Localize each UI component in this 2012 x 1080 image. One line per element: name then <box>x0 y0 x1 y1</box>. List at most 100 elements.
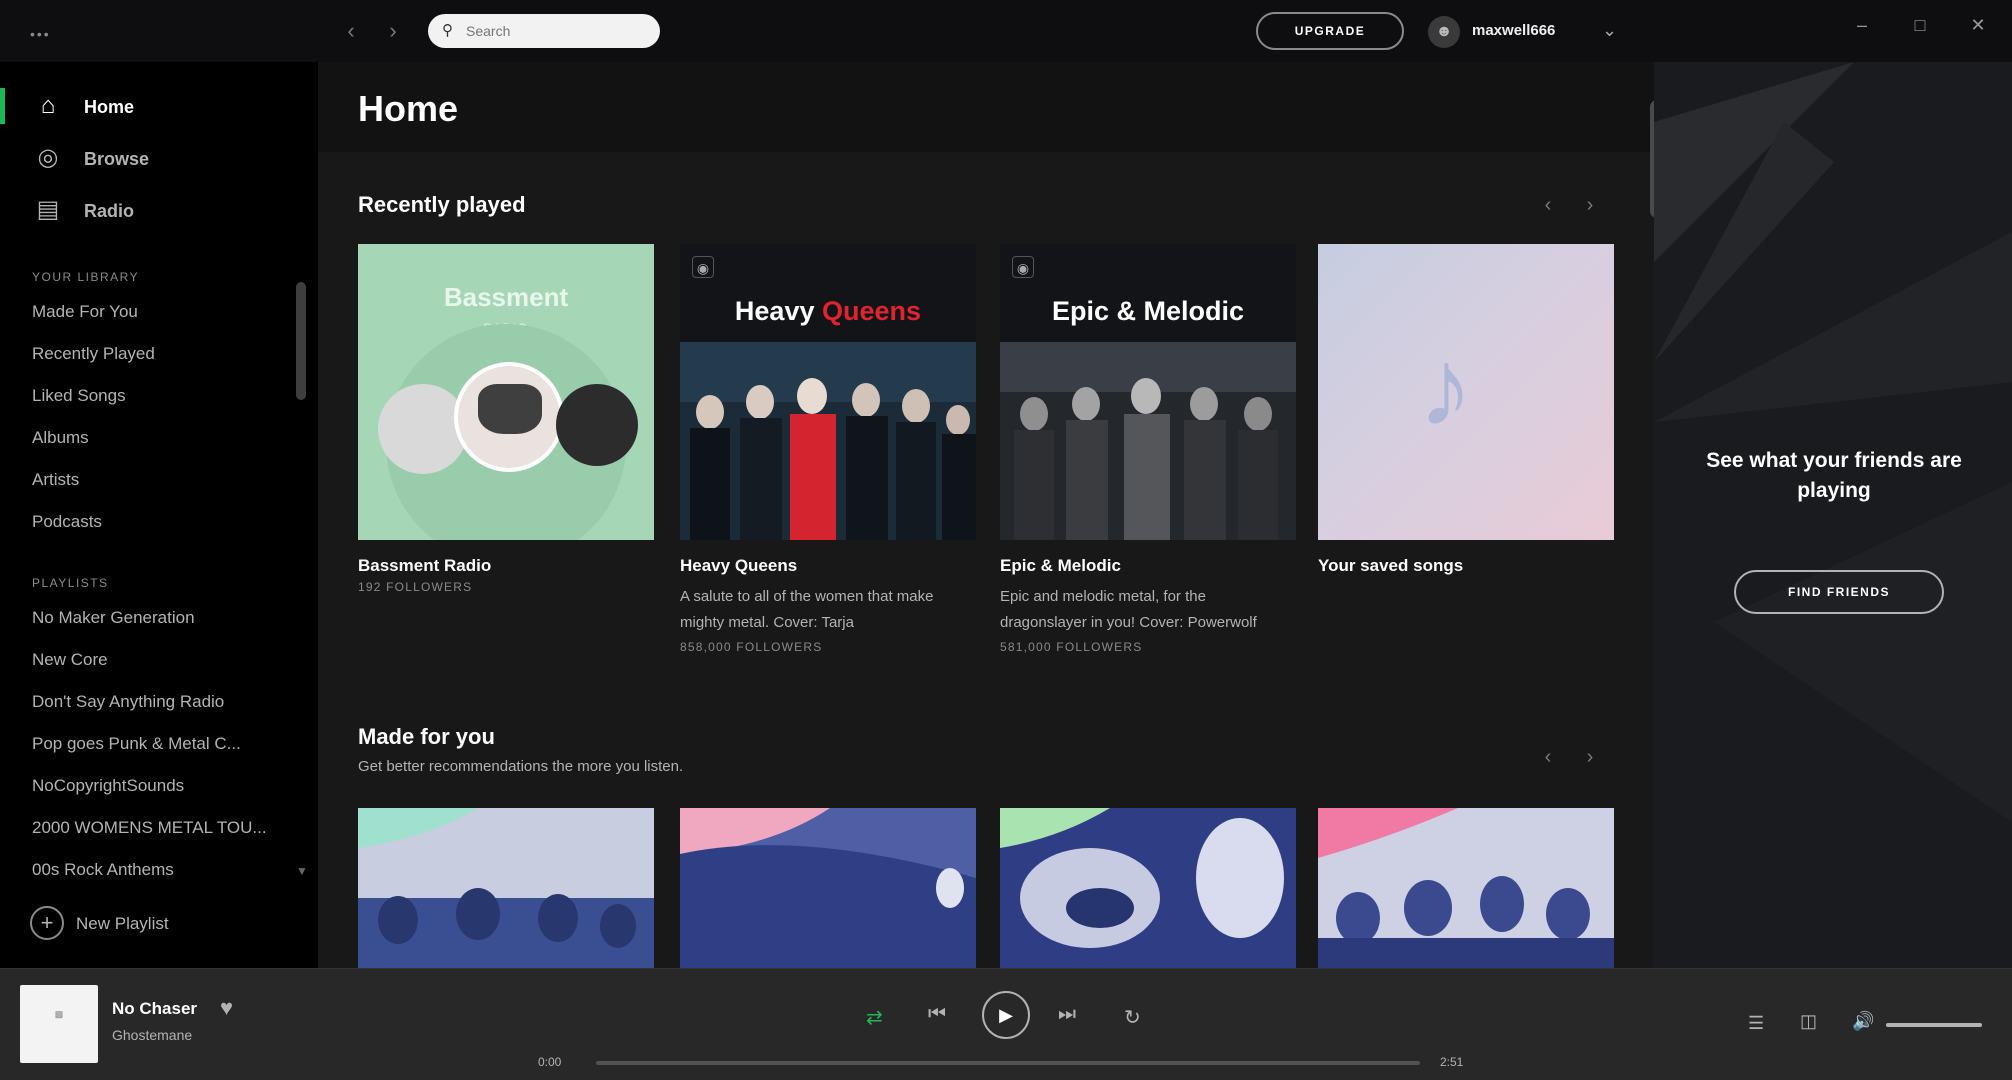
find-friends-button[interactable]: FIND FRIENDS <box>1734 570 1944 614</box>
minimize-icon[interactable]: – <box>1842 10 1882 40</box>
library-item-artists[interactable]: Artists <box>32 470 282 490</box>
playlist-item[interactable]: Pop goes Punk & Metal C... <box>32 734 282 754</box>
volume-icon[interactable]: 🔊 <box>1852 1011 1874 1032</box>
card-description: A salute to all of the women that make m… <box>680 588 934 631</box>
card-daily-mix[interactable] <box>1318 808 1614 968</box>
play-button[interactable]: ▶ <box>982 991 1030 1039</box>
playlist-item[interactable]: New Core <box>32 650 282 670</box>
playlists-header: PLAYLISTS <box>32 576 109 590</box>
card-daily-mix[interactable] <box>680 808 976 968</box>
art-word-heavy: Heavy <box>734 296 815 326</box>
forward-arrow-icon[interactable]: › <box>380 18 406 44</box>
nav-home-label: Home <box>84 97 135 117</box>
card-art[interactable] <box>358 808 654 968</box>
back-arrow-icon[interactable]: ‹ <box>338 18 364 44</box>
band-photo <box>1000 342 1296 540</box>
nav-radio[interactable]: ▤ Radio <box>0 186 318 234</box>
sidebar-scrollbar[interactable] <box>296 282 306 400</box>
card-heavy-queens[interactable]: ◉ Heavy Queens Heavy Queens A salute to … <box>680 244 976 654</box>
library-item-made-for-you[interactable]: Made For You <box>32 302 282 322</box>
nav-home[interactable]: ⌂ Home <box>0 82 318 130</box>
search-bar[interactable]: ⚲ <box>428 14 660 48</box>
made-for-you-title[interactable]: Made for you <box>358 724 495 750</box>
time-total: 2:51 <box>1440 1055 1464 1069</box>
library-item-albums[interactable]: Albums <box>32 428 282 448</box>
sidebar: ⌂ Home ◎ Browse ▤ Radio YOUR LIBRARY Mad… <box>0 62 318 968</box>
row-prev-icon[interactable]: ‹ <box>1536 194 1560 217</box>
card-followers: 858,000 FOLLOWERS <box>680 640 823 654</box>
sidebar-scroll-down-icon[interactable]: ▼ <box>296 864 308 878</box>
next-icon[interactable]: ⏭ <box>1058 1003 1076 1026</box>
recently-played-title[interactable]: Recently played <box>358 192 526 218</box>
card-art[interactable] <box>1000 808 1296 968</box>
heart-icon[interactable]: ♥ <box>220 995 233 1021</box>
music-note-icon: ♪ <box>1418 326 1473 449</box>
playlist-item[interactable]: Don't Say Anything Radio <box>32 692 282 712</box>
card-art[interactable] <box>680 808 976 968</box>
mix-art <box>680 808 976 968</box>
friends-panel-decoration <box>1654 62 2012 968</box>
art-word-queens: Queens <box>822 296 922 326</box>
card-title[interactable]: Your saved songs <box>1318 556 1614 576</box>
browse-icon: ◎ <box>37 144 59 171</box>
card-art[interactable]: Bassment RADIO <box>358 244 654 540</box>
card-title[interactable]: Heavy Queens <box>680 556 976 576</box>
library-item-recently-played[interactable]: Recently Played <box>32 344 282 364</box>
upgrade-button[interactable]: UPGRADE <box>1256 12 1404 50</box>
user-icon[interactable]: ☻ <box>1428 16 1460 48</box>
card-art[interactable]: ◉ Epic & Melodic <box>1000 244 1296 540</box>
card-art[interactable] <box>1318 808 1614 968</box>
card-epic-melodic[interactable]: ◉ Epic & Melodic Epic & Melodic Epic and… <box>1000 244 1296 654</box>
chevron-down-icon[interactable]: ⌄ <box>1602 20 1617 41</box>
radio-icon: ▤ <box>36 196 60 223</box>
mix-art <box>1318 808 1614 968</box>
playlist-item[interactable]: 00s Rock Anthems <box>32 860 282 880</box>
search-input[interactable] <box>466 14 646 48</box>
devices-icon[interactable]: ◫ <box>1800 1011 1817 1032</box>
row-next-icon[interactable]: › <box>1578 746 1602 769</box>
card-art[interactable]: ♪ <box>1318 244 1614 540</box>
playlist-item[interactable]: No Maker Generation <box>32 608 282 628</box>
nav-browse[interactable]: ◎ Browse <box>0 134 318 182</box>
queue-icon[interactable]: ☰ <box>1748 1013 1764 1034</box>
page-title: Home <box>358 88 459 129</box>
new-playlist-button[interactable]: + New Playlist <box>30 902 290 946</box>
maximize-icon[interactable]: □ <box>1900 10 1940 40</box>
card-title[interactable]: Bassment Radio <box>358 556 654 576</box>
library-item-podcasts[interactable]: Podcasts <box>32 512 282 532</box>
library-item-liked-songs[interactable]: Liked Songs <box>32 386 282 406</box>
card-saved-songs[interactable]: ♪ Your saved songs <box>1318 244 1614 576</box>
plus-icon: + <box>30 906 64 940</box>
band-photo <box>680 342 976 540</box>
now-playing-title[interactable]: No Chaser <box>112 999 197 1019</box>
username-label[interactable]: maxwell666 <box>1472 22 1555 39</box>
close-icon[interactable]: ✕ <box>1958 10 1998 40</box>
player-bar: ▩ No Chaser ♥ Ghostemane ⇄ ⏮ ▶ ⏭ ↻ 0:00 … <box>0 968 2012 1080</box>
card-art-title: Epic & Melodic <box>1051 296 1245 326</box>
mix-art <box>1000 808 1296 968</box>
repeat-icon[interactable]: ↻ <box>1124 1005 1141 1030</box>
previous-icon[interactable]: ⏮ <box>928 1003 946 1026</box>
card-bassment-radio[interactable]: Bassment RADIO Bassment Radio 192 FOLLOW… <box>358 244 654 594</box>
now-playing-artist[interactable]: Ghostemane <box>112 1027 192 1043</box>
shuffle-icon[interactable]: ⇄ <box>866 1005 883 1030</box>
nav-radio-label: Radio <box>84 201 135 221</box>
new-playlist-label: New Playlist <box>76 914 169 933</box>
playlist-item[interactable]: NoCopyrightSounds <box>32 776 282 796</box>
card-daily-mix[interactable] <box>358 808 654 968</box>
now-playing-cover[interactable]: ▩ <box>20 985 98 1063</box>
card-art[interactable]: ◉ Heavy Queens <box>680 244 976 540</box>
art-band-silhouette <box>478 384 542 434</box>
art-photo-circle <box>556 384 638 466</box>
card-daily-mix[interactable] <box>1000 808 1296 968</box>
card-title[interactable]: Epic & Melodic <box>1000 556 1296 576</box>
row-next-icon[interactable]: › <box>1578 194 1602 217</box>
volume-slider[interactable] <box>1886 1023 1982 1027</box>
app-menu-button[interactable]: ••• <box>30 26 51 42</box>
row-prev-icon[interactable]: ‹ <box>1536 746 1560 769</box>
mix-art <box>358 808 654 968</box>
friend-activity-panel: See what your friends are playing FIND F… <box>1654 62 2012 968</box>
spotify-logo-icon: ◉ <box>1012 256 1034 278</box>
playback-progress-bar[interactable] <box>596 1061 1420 1065</box>
playlist-item[interactable]: 2000 WOMENS METAL TOU... <box>32 818 282 838</box>
